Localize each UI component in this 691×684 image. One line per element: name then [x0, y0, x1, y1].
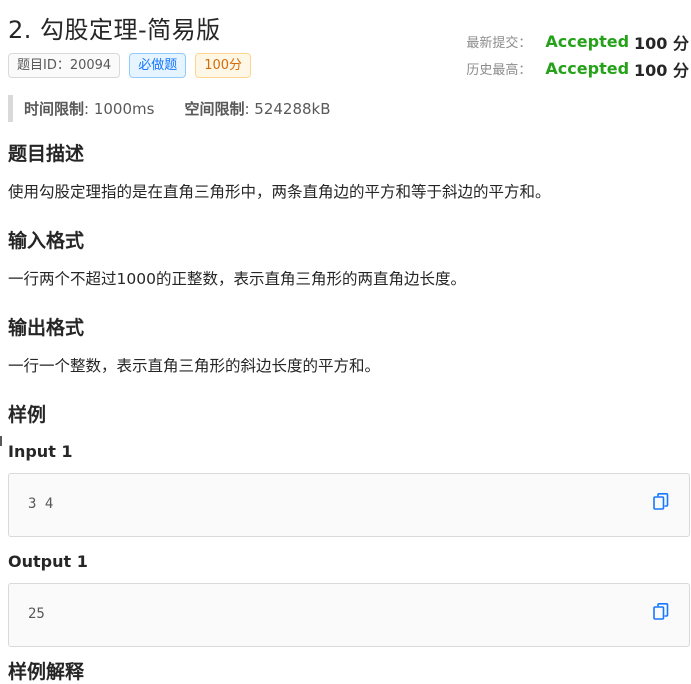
best-verdict[interactable]: Accepted: [545, 59, 629, 78]
memory-limit-value: : 524288kB: [244, 99, 331, 118]
description-heading: 题目描述: [8, 143, 85, 165]
problem-tags: 题目ID：20094 必做题 100分: [8, 53, 252, 78]
latest-submission-label: 最新提交：: [466, 36, 532, 51]
copy-icon[interactable]: [653, 493, 669, 511]
sample-explanation-heading: 样例解释: [8, 661, 85, 683]
limits-bar: 时间限制 : 1000ms 空间限制 : 524288kB: [8, 95, 331, 122]
sample-input-box[interactable]: 3 4: [8, 473, 690, 537]
sample-output-label: Output 1: [8, 552, 88, 571]
sample-output-value: 25: [28, 606, 45, 622]
best-score: 100 分: [634, 60, 689, 80]
copy-icon[interactable]: [653, 603, 669, 621]
required-tag[interactable]: 必做题: [129, 53, 187, 78]
scroll-marker: [0, 436, 2, 446]
output-format-heading: 输出格式: [8, 317, 85, 339]
score-tag: 100分: [195, 53, 252, 78]
best-submission-row[interactable]: 历史最高： Accepted 100 分: [466, 55, 689, 82]
memory-limit-label: 空间限制: [184, 100, 245, 118]
time-limit-label: 时间限制: [24, 100, 85, 118]
samples-heading: 样例: [8, 404, 47, 426]
input-format-text: 一行两个不超过1000的正整数，表示直角三角形的两直角边长度。: [8, 270, 466, 288]
sample-input-value: 3 4: [28, 496, 54, 512]
best-submission-label: 历史最高：: [466, 63, 532, 78]
submission-status: 最新提交： Accepted 100 分 历史最高： Accepted 100 …: [466, 28, 689, 82]
description-text: 使用勾股定理指的是在直角三角形中，两条直角边的平方和等于斜边的平方和。: [8, 183, 551, 201]
problem-id-tag: 题目ID：20094: [8, 53, 121, 78]
time-limit-value: : 1000ms: [84, 99, 155, 118]
problem-title: 2. 勾股定理-简易版: [8, 16, 221, 44]
sample-output-box[interactable]: 25: [8, 583, 690, 647]
input-format-heading: 输入格式: [8, 230, 85, 252]
output-format-text: 一行一个整数，表示直角三角形的斜边长度的平方和。: [8, 357, 381, 375]
problem-page: 2. 勾股定理-简易版 题目ID：20094 必做题 100分 最新提交： Ac…: [0, 0, 691, 683]
latest-score: 100 分: [634, 33, 689, 53]
latest-submission-row[interactable]: 最新提交： Accepted 100 分: [466, 28, 689, 55]
latest-verdict[interactable]: Accepted: [545, 32, 629, 51]
sample-input-label: Input 1: [8, 442, 73, 461]
